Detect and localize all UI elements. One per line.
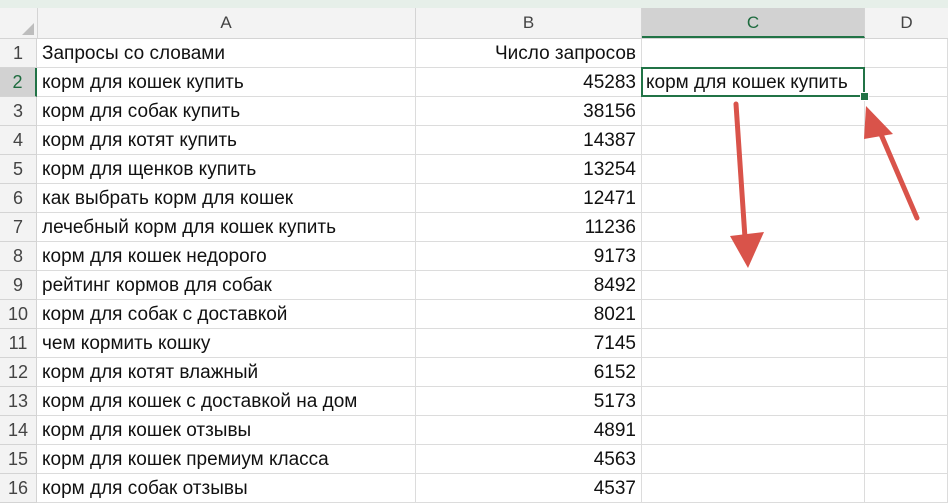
arrow-down [730, 101, 764, 268]
annotation-arrows [730, 101, 920, 268]
arrow-up-left [864, 106, 920, 221]
